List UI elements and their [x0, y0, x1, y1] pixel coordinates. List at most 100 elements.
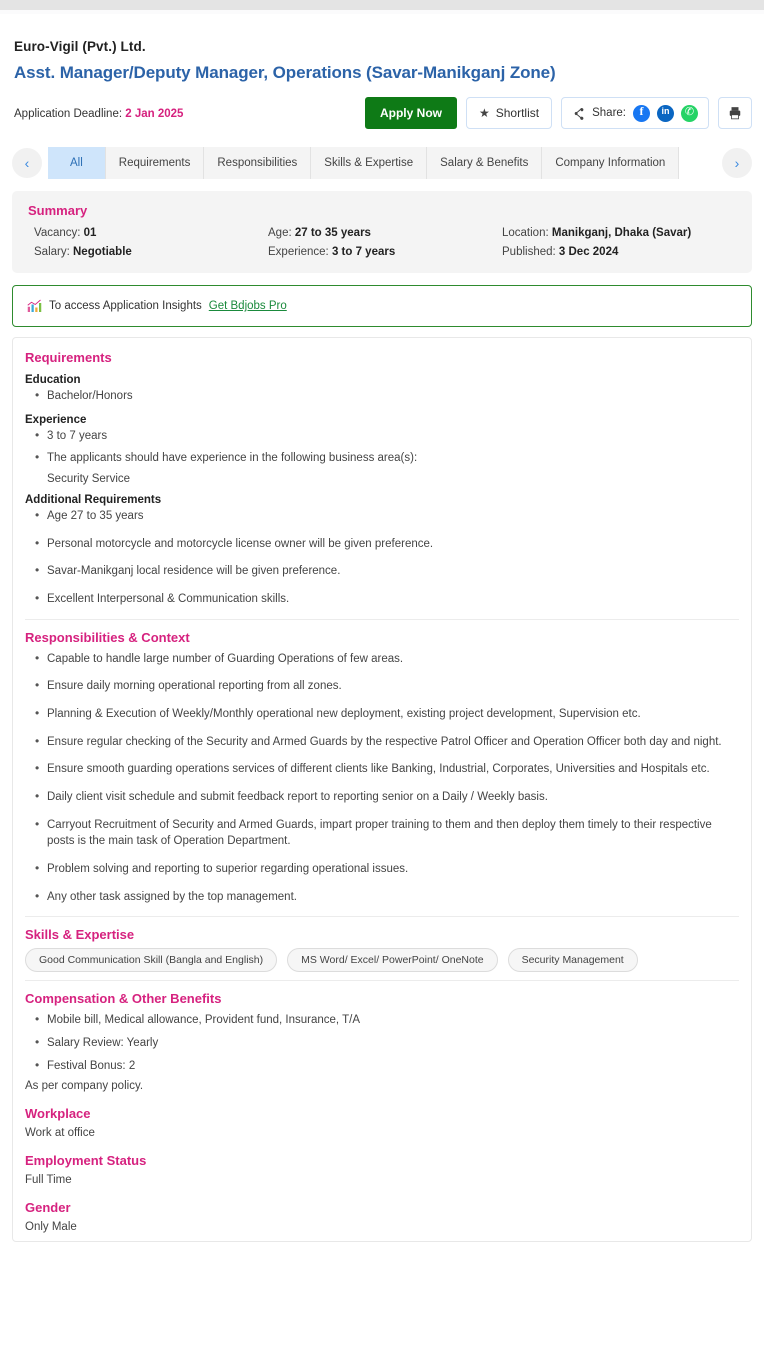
- tab-all[interactable]: All: [48, 147, 106, 179]
- tab-requirements[interactable]: Requirements: [105, 147, 205, 179]
- summary-grid: Vacancy: 01 Age: 27 to 35 years Location: …: [28, 227, 736, 258]
- requirements-title: Requirements: [25, 350, 112, 365]
- summary-item: Vacancy: 01: [34, 227, 268, 239]
- job-detail-page: Euro-Vigil (Pvt.) Ltd. Asst. Manager/Dep…: [0, 39, 764, 1243]
- gender-value: Only Male: [25, 1221, 77, 1234]
- employment-status-section: Employment Status Full Time: [25, 1153, 739, 1186]
- tabs-prev-arrow[interactable]: ‹: [12, 148, 42, 178]
- section-divider: [25, 916, 739, 918]
- linkedin-icon[interactable]: [657, 104, 674, 122]
- share-label: Share:: [592, 107, 626, 119]
- get-bdjobs-pro-link[interactable]: Get Bdjobs Pro: [209, 300, 287, 312]
- section-divider: [25, 980, 739, 982]
- list-item: Daily client visit schedule and submit f…: [35, 788, 739, 806]
- summary-item-label: Vacancy:: [34, 227, 84, 239]
- summary-item-label: Salary:: [34, 246, 73, 258]
- compensation-list: Mobile bill, Medical allowance, Providen…: [25, 1011, 739, 1075]
- list-item: 3 to 7 years: [35, 427, 739, 445]
- printer-icon: [729, 107, 741, 120]
- tab-skills-expertise[interactable]: Skills & Expertise: [311, 147, 428, 179]
- summary-item-label: Age:: [268, 227, 295, 239]
- action-row: Application Deadline: 2 Jan 2025 Apply N…: [14, 97, 752, 131]
- compensation-note: As per company policy.: [25, 1080, 144, 1093]
- tab-company-information[interactable]: Company Information: [542, 147, 680, 179]
- apply-now-button[interactable]: Apply Now: [364, 97, 457, 129]
- whatsapp-icon[interactable]: [681, 104, 698, 122]
- summary-item: Location: Manikganj, Dhaka (Savar): [502, 227, 736, 239]
- summary-item-value: 27 to 35 years: [294, 227, 371, 239]
- employment-status-value: Full Time: [25, 1174, 72, 1187]
- workplace-value: Work at office: [25, 1127, 95, 1140]
- browser-top-strip: [0, 0, 764, 10]
- page-title: Asst. Manager/Deputy Manager, Operations…: [14, 63, 556, 82]
- list-item: Bachelor/Honors: [35, 387, 739, 405]
- list-item: Salary Review: Yearly: [35, 1034, 739, 1052]
- gender-section: Gender Only Male: [25, 1200, 739, 1233]
- insights-text: To access Application Insights: [49, 300, 202, 312]
- skill-chip[interactable]: Security Management: [507, 948, 638, 973]
- star-icon: ★: [478, 106, 490, 120]
- company-name: Euro-Vigil (Pvt.) Ltd.: [14, 39, 146, 54]
- list-item: Savar-Manikganj local residence will be …: [35, 562, 739, 580]
- workplace-title: Workplace: [25, 1106, 91, 1122]
- print-button[interactable]: [718, 97, 752, 129]
- summary-item: Experience: 3 to 7 years: [268, 246, 502, 258]
- skill-chip[interactable]: Good Communication Skill (Bangla and Eng…: [25, 948, 278, 973]
- browser-top-strip-shadow: [0, 10, 764, 14]
- deadline-date: 2 Jan 2025: [125, 108, 184, 120]
- list-item: Problem solving and reporting to superio…: [35, 860, 739, 878]
- list-item: Ensure smooth guarding operations servic…: [35, 760, 739, 778]
- summary-item: Age: 27 to 35 years: [268, 227, 502, 239]
- summary-item-value: 3 Dec 2024: [558, 246, 619, 258]
- compensation-title: Compensation & Other Benefits: [25, 991, 222, 1007]
- tab-salary-benefits[interactable]: Salary & Benefits: [427, 147, 543, 179]
- facebook-icon[interactable]: [633, 104, 650, 122]
- shortlist-button[interactable]: ★ Shortlist: [465, 97, 553, 129]
- workplace-section: Workplace Work at office: [25, 1106, 739, 1139]
- tabs-next-arrow[interactable]: ›: [722, 148, 752, 178]
- list-item: Ensure daily morning operational reporti…: [35, 677, 739, 695]
- summary-item-value: 01: [83, 227, 97, 239]
- list-item: Age 27 to 35 years: [35, 507, 739, 525]
- skill-chip[interactable]: MS Word/ Excel/ PowerPoint/ OneNote: [287, 948, 498, 973]
- tab-responsibilities[interactable]: Responsibilities: [204, 147, 312, 179]
- tab-bar: ‹ All Requirements Responsibilities Skills …: [12, 147, 752, 179]
- list-item: Carryout Recruitment of Security and Arm…: [35, 816, 739, 850]
- list-item: Excellent Interpersonal & Communication …: [35, 590, 739, 608]
- action-buttons: Apply Now ★ Shortlist Share:: [364, 97, 752, 129]
- responsibilities-title: Responsibilities & Context: [25, 629, 190, 645]
- employment-status-title: Employment Status: [25, 1153, 147, 1169]
- section-divider: [25, 618, 739, 620]
- gender-title: Gender: [25, 1200, 71, 1216]
- list-item: Festival Bonus: 2: [35, 1057, 739, 1075]
- summary-item-value: Negotiable: [73, 246, 132, 258]
- additional-requirements-list: Age 27 to 35 years Personal motorcycle an…: [25, 507, 739, 608]
- responsibilities-section: Responsibilities & Context Capable to ha…: [25, 630, 739, 906]
- summary-item-value: Manikganj, Dhaka (Savar): [551, 227, 692, 239]
- summary-item-value: 3 to 7 years: [331, 246, 396, 258]
- education-label: Education: [25, 374, 81, 386]
- experience-label: Experience: [25, 413, 87, 426]
- job-detail-card: Requirements Education Bachelor/Honors E…: [12, 337, 752, 1243]
- experience-list: 3 to 7 years The applicants should have e…: [25, 427, 739, 467]
- summary-item-label: Location:: [502, 227, 552, 239]
- list-item: Any other task assigned by the top manag…: [35, 888, 739, 906]
- list-item: Personal motorcycle and motorcycle licen…: [35, 535, 739, 553]
- tab-list: All Requirements Responsibilities Skills & …: [48, 147, 716, 179]
- shortlist-label: Shortlist: [495, 106, 540, 120]
- requirements-section: Requirements Education Bachelor/Honors E…: [25, 350, 739, 608]
- skill-chip-list: Good Communication Skill (Bangla and Eng…: [25, 948, 739, 973]
- education-list: Bachelor/Honors: [25, 387, 739, 405]
- list-item: Mobile bill, Medical allowance, Providen…: [35, 1011, 739, 1029]
- application-insights-banner: To access Application Insights Get Bdjob…: [12, 285, 752, 327]
- application-deadline: Application Deadline: 2 Jan 2025: [14, 108, 183, 120]
- skills-title: Skills & Expertise: [25, 927, 135, 943]
- share-bar: Share:: [561, 97, 709, 129]
- summary-item: Salary: Negotiable: [34, 246, 268, 258]
- summary-item: Published: 3 Dec 2024: [502, 246, 736, 258]
- compensation-section: Compensation & Other Benefits Mobile bil…: [25, 991, 739, 1092]
- bar-chart-icon: [27, 299, 42, 312]
- skills-section: Skills & Expertise Good Communication Sk…: [25, 927, 739, 973]
- experience-business-area: Security Service: [47, 473, 131, 486]
- list-item: The applicants should have experience in…: [35, 449, 739, 467]
